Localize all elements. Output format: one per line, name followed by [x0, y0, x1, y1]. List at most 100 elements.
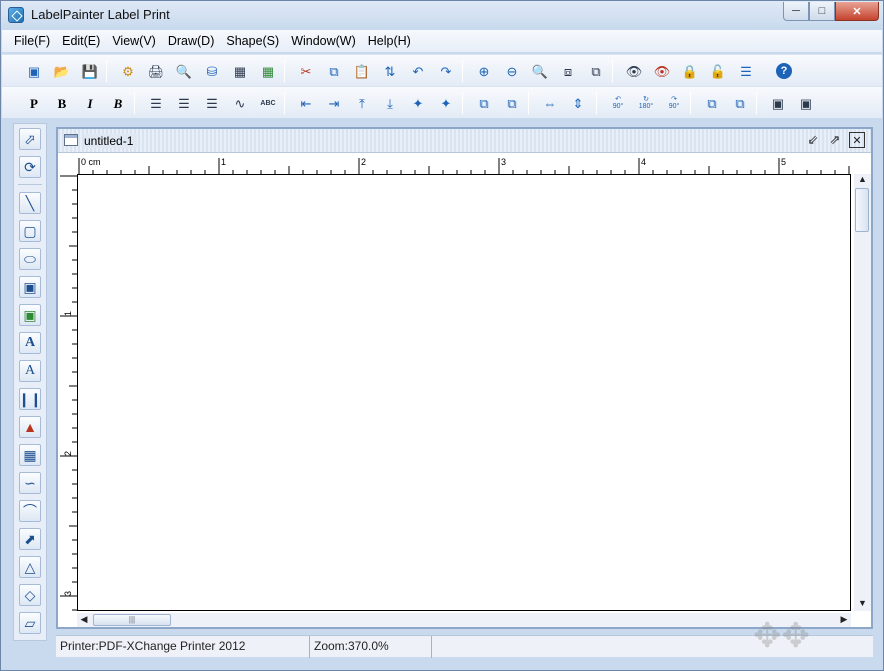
italic-button[interactable]: I [80, 93, 100, 113]
help-icon[interactable]: ? [774, 61, 794, 81]
vertical-scroll-thumb[interactable] [855, 188, 869, 232]
ruler-h-tick-5: 5 [781, 157, 786, 167]
same-height-icon[interactable]: ⇕ [568, 93, 588, 113]
bold-italic-button[interactable]: B [108, 93, 128, 113]
maximize-button[interactable]: □ [809, 2, 835, 21]
triangle-tool-icon[interactable]: △ [19, 556, 41, 578]
horizontal-scrollbar[interactable]: ◀ ||| ▶ [77, 613, 851, 627]
vertical-scrollbar[interactable]: ▲ ▼ [854, 174, 871, 611]
scroll-up-icon[interactable]: ▲ [856, 174, 869, 187]
parallelogram-tool-icon[interactable]: ▱ [19, 612, 41, 634]
document-icon [64, 134, 78, 146]
rotate-90-right-button[interactable]: ↷ 90° [664, 93, 684, 113]
menu-edit[interactable]: Edit(E) [56, 34, 106, 48]
zoom-out-icon[interactable]: ⊖ [502, 61, 522, 81]
save-icon[interactable]: 💾 [80, 61, 100, 81]
arc-tool-icon[interactable]: ⌒ [19, 500, 41, 522]
distribute-horizontal-icon[interactable]: ⧉ [474, 93, 494, 113]
bring-front-icon[interactable]: ⧉ [702, 93, 722, 113]
paste-icon[interactable]: 📋 [352, 61, 372, 81]
align-left-icon[interactable]: ☰ [146, 93, 166, 113]
database-icon[interactable]: ⛁ [202, 61, 222, 81]
menu-draw[interactable]: Draw(D) [162, 34, 221, 48]
fit-width-icon[interactable]: ⧉ [586, 61, 606, 81]
outline-text-tool-icon[interactable]: A [19, 360, 41, 382]
grid-icon[interactable]: ▦ [230, 61, 250, 81]
send-back-icon[interactable]: ⧉ [730, 93, 750, 113]
properties-icon[interactable]: ☰ [736, 61, 756, 81]
undo-icon[interactable]: ↶ [408, 61, 428, 81]
calculator-icon[interactable]: ▦ [258, 61, 278, 81]
menu-file[interactable]: File(F) [8, 34, 56, 48]
center-horizontal-icon[interactable]: ✦ [408, 93, 428, 113]
svg-text:✥✥: ✥✥ [753, 616, 810, 656]
rectangle-tool-icon[interactable]: ▢ [19, 220, 41, 242]
plain-text-button[interactable]: P [24, 93, 44, 113]
curve-line-tool-icon[interactable]: ∽ [19, 472, 41, 494]
align-center-icon[interactable]: ☰ [174, 93, 194, 113]
settings-gear-icon[interactable]: ⚙ [118, 61, 138, 81]
zoom-in-icon[interactable]: ⊕ [474, 61, 494, 81]
redo-icon[interactable]: ↷ [436, 61, 456, 81]
rotate-180-button[interactable]: ↻ 180° [636, 93, 656, 113]
picture-tool-icon[interactable]: ▣ [19, 304, 41, 326]
align-left-objects-icon[interactable]: ⇤ [296, 93, 316, 113]
text-tool-icon[interactable]: A [19, 332, 41, 354]
menu-view[interactable]: View(V) [106, 34, 162, 48]
document-controls: ⇙ ⇗ ✕ [805, 132, 865, 148]
fit-page-icon[interactable]: ⧈ [558, 61, 578, 81]
line-tool-icon[interactable]: ╲ [19, 192, 41, 214]
open-folder-icon[interactable]: 📂 [52, 61, 72, 81]
main-toolbar: ▣ 📂 💾 ⚙ 🖨 🔍 ⛁ ▦ ▦ ✂ ⧉ 📋 ⇅ ↶ ↷ ⊕ ⊖ 🔍 ⧈ ⧉ … [2, 54, 882, 86]
menu-window[interactable]: Window(W) [285, 34, 362, 48]
align-top-objects-icon[interactable]: ⤒ [352, 93, 372, 113]
text-curve-icon[interactable]: ∿ [230, 93, 250, 113]
polyline-tool-icon[interactable]: ⬈ [19, 528, 41, 550]
center-vertical-icon[interactable]: ✦ [436, 93, 456, 113]
new-file-icon[interactable]: ▣ [24, 61, 44, 81]
scroll-left-icon[interactable]: ◀ [78, 614, 90, 626]
lock-icon[interactable]: 🔒 [680, 61, 700, 81]
document-window: untitled-1 ⇙ ⇗ ✕ 0 cm 1 2 3 4 5 1 2 3 ▲ ▼ ◀ |||… [56, 127, 873, 629]
copy-icon[interactable]: ⧉ [324, 61, 344, 81]
group-icon[interactable]: ▣ [768, 93, 788, 113]
select-arrange-icon[interactable]: ⇅ [380, 61, 400, 81]
align-bottom-objects-icon[interactable]: ⤓ [380, 93, 400, 113]
shape-tool-icon[interactable]: ▲ [19, 416, 41, 438]
image-tool-icon[interactable]: ▣ [19, 276, 41, 298]
doc-close-icon[interactable]: ✕ [849, 132, 865, 148]
diamond-tool-icon[interactable]: ◇ [19, 584, 41, 606]
cut-icon[interactable]: ✂ [296, 61, 316, 81]
align-justify-icon[interactable]: ☰ [202, 93, 222, 113]
rotate-180-label: 180° [638, 103, 654, 110]
zoom-icon[interactable]: 🔍 [530, 61, 550, 81]
label-canvas[interactable] [77, 174, 851, 611]
menu-shape[interactable]: Shape(S) [220, 34, 285, 48]
minimize-button[interactable]: ─ [783, 2, 809, 21]
close-button[interactable]: ✕ [835, 2, 879, 21]
ruler-corner [58, 156, 75, 174]
qrcode-tool-icon[interactable]: ▦ [19, 444, 41, 466]
distribute-vertical-icon[interactable]: ⧉ [502, 93, 522, 113]
bold-button[interactable]: B [52, 93, 72, 113]
print-preview-icon[interactable]: 🔍 [174, 61, 194, 81]
align-right-objects-icon[interactable]: ⇥ [324, 93, 344, 113]
show-eye-icon[interactable]: 👁 [624, 61, 644, 81]
doc-minimize-icon[interactable]: ⇙ [805, 132, 821, 148]
rotate-tool-icon[interactable]: ⟳ [19, 156, 41, 178]
doc-restore-icon[interactable]: ⇗ [827, 132, 843, 148]
ungroup-icon[interactable]: ▣ [796, 93, 816, 113]
select-arrow-icon[interactable]: ⬀ [19, 128, 41, 150]
same-width-icon[interactable]: ⇔ [540, 93, 560, 113]
horizontal-scroll-thumb[interactable]: ||| [93, 614, 171, 626]
document-title-bar: untitled-1 ⇙ ⇗ ✕ [58, 129, 871, 153]
barcode-tool-icon[interactable]: ❙❙ [18, 388, 42, 410]
unlock-icon[interactable]: 🔓 [708, 61, 728, 81]
text-abc-button[interactable]: ABC [258, 93, 278, 113]
ellipse-tool-icon[interactable]: ⬭ [19, 248, 41, 270]
rotate-90-button[interactable]: ↶ 90° [608, 93, 628, 113]
app-logo-icon [8, 7, 24, 23]
hide-eye-icon[interactable]: 👁 [652, 61, 672, 81]
menu-help[interactable]: Help(H) [362, 34, 417, 48]
print-icon[interactable]: 🖨 [146, 61, 166, 81]
